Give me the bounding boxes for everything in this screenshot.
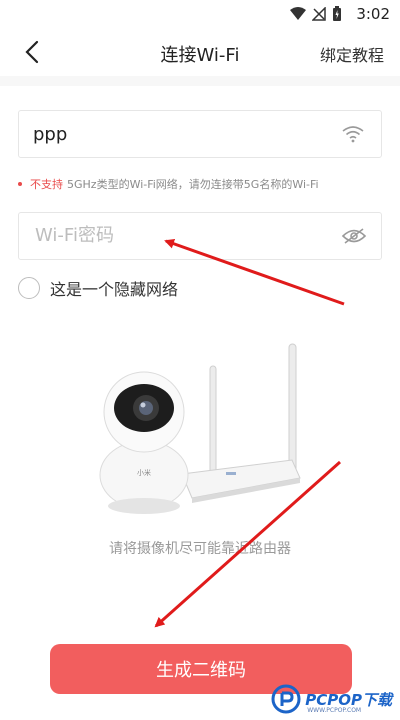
status-icons [290, 5, 342, 23]
camera-router-illustration: 小米 [99, 343, 301, 514]
status-bar: 3:02 [0, 0, 400, 28]
5g-warning-tip: 不支持 5GHz类型的Wi-Fi网络，请勿连接带5G名称的Wi-Fi [18, 176, 319, 192]
wifi-icon[interactable] [341, 124, 365, 144]
camera-brand-label: 小米 [137, 468, 151, 477]
tip-warn-text: 不支持 [30, 178, 63, 191]
watermark: PCPOP下载 WWW.PCPOP.COM [271, 684, 392, 714]
wifi-signal-icon [290, 7, 306, 20]
hidden-network-radio[interactable] [18, 277, 40, 299]
header-divider [0, 76, 400, 86]
router-image [181, 343, 301, 503]
placement-hint: 请将摄像机尽可能靠近路由器 [109, 541, 291, 557]
watermark-logo-icon [271, 684, 301, 714]
navigation-bar: 连接Wi-Fi 绑定教程 [0, 28, 400, 76]
bullet-dot [18, 182, 22, 186]
hidden-network-label: 这是一个隐藏网络 [50, 280, 179, 299]
wifi-ssid-value: ppp [33, 124, 68, 145]
wifi-password-field[interactable] [18, 212, 382, 260]
camera-image: 小米 [99, 371, 189, 514]
hidden-network-option[interactable]: 这是一个隐藏网络 [18, 274, 178, 302]
battery-icon [333, 6, 341, 21]
status-time: 3:02 [356, 5, 390, 23]
watermark-subtext: WWW.PCPOP.COM [307, 707, 362, 714]
no-signal-icon [312, 7, 326, 21]
tip-rest-text: 5GHz类型的Wi-Fi网络，请勿连接带5G名称的Wi-Fi [67, 178, 319, 191]
wifi-password-input[interactable] [33, 224, 317, 247]
binding-tutorial-link[interactable]: 绑定教程 [320, 42, 384, 66]
eye-off-icon[interactable] [341, 227, 367, 245]
wifi-ssid-field[interactable]: ppp [18, 110, 382, 158]
